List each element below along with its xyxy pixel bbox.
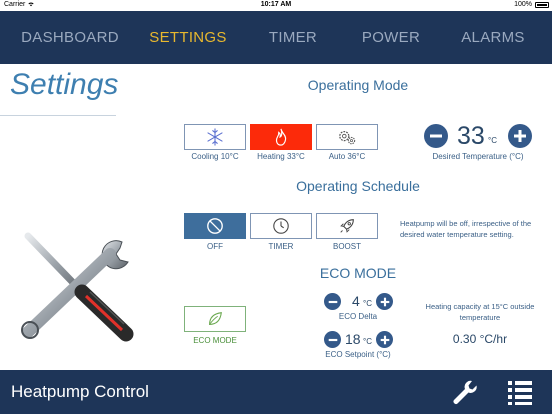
eco-setpoint-increase-button[interactable]	[376, 331, 393, 348]
snowflake-icon	[207, 128, 223, 146]
auto-mode-label: Auto 36°C	[328, 152, 366, 161]
eco-setpoint-caption: ECO Setpoint (°C)	[325, 350, 391, 359]
eco-delta-value: 4	[352, 293, 360, 309]
tab-settings[interactable]: SETTINGS	[144, 11, 232, 64]
minus-icon	[328, 300, 337, 303]
flame-icon	[275, 128, 287, 146]
eco-delta-unit: °C	[363, 299, 372, 308]
auto-mode-button[interactable]	[316, 124, 378, 150]
schedule-boost-label: BOOST	[332, 242, 361, 251]
heating-mode-button[interactable]	[250, 124, 312, 150]
eco-delta-decrease-button[interactable]	[324, 293, 341, 310]
bottom-bar: Heatpump Control	[0, 370, 552, 414]
block-icon	[207, 218, 223, 234]
wrench-icon[interactable]	[450, 378, 478, 406]
schedule-info-text: Heatpump will be off, irrespective of th…	[400, 219, 532, 239]
status-time: 10:17 AM	[260, 1, 292, 8]
heating-capacity-caption: Heating capacity at 15°C outside tempera…	[425, 302, 535, 322]
clock-icon	[273, 218, 289, 234]
temperature-increase-button[interactable]	[508, 124, 532, 148]
page-title: Settings	[10, 68, 119, 101]
desired-temperature-unit: °C	[488, 136, 497, 145]
top-navigation: DASHBOARD SETTINGS TIMER POWER ALARMS	[0, 11, 552, 64]
temperature-decrease-button[interactable]	[424, 124, 448, 148]
eco-delta-caption: ECO Delta	[338, 312, 378, 321]
app-title: Heatpump Control	[11, 382, 149, 401]
eco-mode-title: ECO MODE	[319, 265, 397, 281]
schedule-off-button[interactable]	[184, 213, 246, 239]
tab-dashboard[interactable]: DASHBOARD	[18, 11, 122, 64]
leaf-icon	[209, 312, 222, 325]
heating-capacity-value: 0.30 °C/hr	[452, 332, 508, 346]
list-icon[interactable]	[506, 378, 534, 406]
tools-icon	[21, 232, 134, 342]
eco-delta-increase-button[interactable]	[376, 293, 393, 310]
eco-mode-label: ECO MODE	[193, 336, 237, 345]
plus-icon	[380, 335, 389, 344]
eco-mode-button[interactable]	[184, 306, 246, 332]
eco-setpoint-decrease-button[interactable]	[324, 331, 341, 348]
tab-alarms[interactable]: ALARMS	[456, 11, 530, 64]
tab-power[interactable]: POWER	[356, 11, 426, 64]
battery-icon	[535, 2, 549, 8]
cooling-mode-button[interactable]	[184, 124, 246, 150]
plus-icon	[380, 297, 389, 306]
minus-icon	[430, 134, 442, 138]
desired-temperature-caption: Desired Temperature (°C)	[432, 152, 524, 161]
gears-icon	[339, 130, 356, 145]
schedule-boost-button[interactable]	[316, 213, 378, 239]
minus-icon	[328, 338, 337, 341]
operating-mode-title: Operating Mode	[307, 77, 409, 93]
title-divider	[0, 115, 116, 116]
tab-timer[interactable]: TIMER	[262, 11, 324, 64]
plus-icon	[514, 130, 526, 142]
desired-temperature-value: 33	[457, 122, 485, 150]
battery-percent: 100%	[514, 1, 532, 8]
operating-schedule-title: Operating Schedule	[296, 178, 420, 194]
schedule-timer-button[interactable]	[250, 213, 312, 239]
rocket-icon	[340, 219, 354, 233]
status-bar: Carrier 10:17 AM 100%	[0, 0, 552, 11]
eco-setpoint-unit: °C	[363, 337, 372, 346]
eco-setpoint-value: 18	[345, 331, 361, 347]
